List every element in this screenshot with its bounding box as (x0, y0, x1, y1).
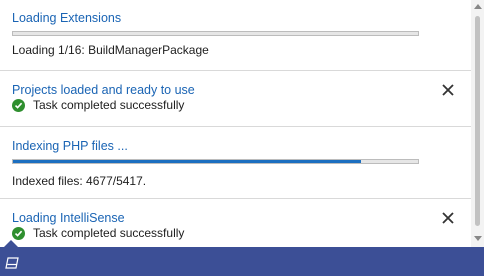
notification-card-projects-loaded: Projects loaded and ready to use Task co… (0, 71, 471, 127)
notification-card-indexing-php: Indexing PHP files ... Indexed files: 46… (0, 127, 471, 199)
task-status-center: Loading Extensions Loading 1/16: BuildMa… (0, 0, 471, 247)
close-icon[interactable] (441, 83, 455, 97)
popup-pointer (4, 240, 18, 247)
notification-title: Loading Extensions (12, 11, 122, 25)
notification-bell-icon[interactable] (5, 257, 19, 269)
progress-bar-fill (13, 160, 362, 163)
vertical-scrollbar[interactable] (471, 0, 484, 247)
notification-title: Projects loaded and ready to use (12, 83, 195, 97)
progress-bar (12, 31, 419, 36)
notification-card-loading-extensions: Loading Extensions Loading 1/16: BuildMa… (0, 0, 471, 71)
close-icon[interactable] (441, 211, 455, 225)
check-circle-icon (12, 226, 25, 240)
scroll-up-arrow-icon[interactable] (474, 4, 482, 9)
progress-bar (12, 159, 419, 164)
notification-title: Loading IntelliSense (12, 211, 125, 225)
scroll-down-arrow-icon[interactable] (474, 236, 482, 241)
scrollbar-thumb[interactable] (475, 16, 480, 226)
notification-status-row: Task completed successfully (12, 226, 184, 240)
notification-status: Loading 1/16: BuildManagerPackage (12, 43, 209, 57)
notification-status: Indexed files: 4677/5417. (12, 174, 147, 188)
check-circle-icon (12, 98, 25, 112)
notification-status: Task completed successfully (33, 226, 185, 240)
notification-card-loading-intellisense: Loading IntelliSense Task completed succ… (0, 199, 471, 247)
notification-status-row: Task completed successfully (12, 98, 184, 112)
notification-status: Task completed successfully (33, 98, 185, 112)
status-bar (0, 240, 484, 276)
notification-title: Indexing PHP files ... (12, 139, 128, 153)
